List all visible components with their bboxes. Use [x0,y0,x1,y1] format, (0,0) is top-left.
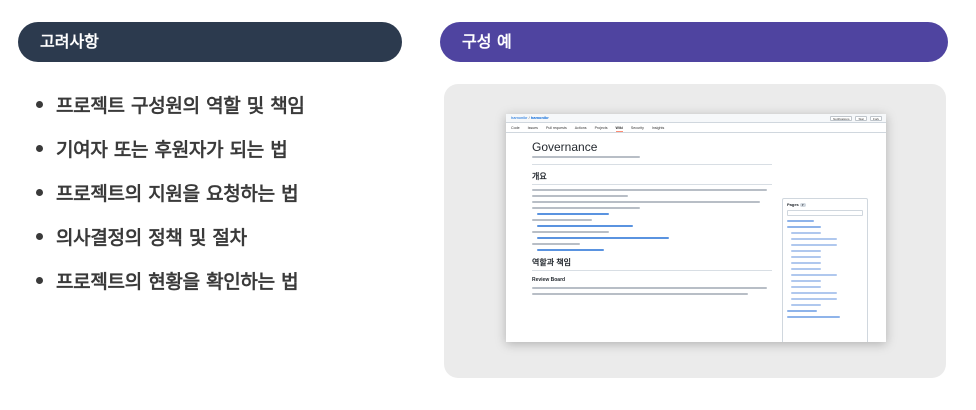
repo-actions: Notifications Star Fork [830,116,882,121]
section-overview: 개요 [532,171,772,185]
tab-issues: Issues [527,126,538,130]
tab-projects: Projects [594,126,608,130]
subsection-review-board: Review Board [532,277,566,283]
list-item: 프로젝트의 현황을 확인하는 법 [36,258,305,302]
example-header: 구성 예 [440,22,948,62]
tab-code: Code [511,126,520,130]
wiki-content: Governance 개요 역할과 책임 Review Board [532,140,772,295]
example-panel: hamonikr / hamonikr Notifications Star F… [444,84,946,378]
wiki-meta [532,156,772,165]
list-item: 의사결정의 정책 및 절차 [36,214,305,258]
list-item: 기여자 또는 후원자가 되는 법 [36,126,305,170]
pages-heading: Pages 7 [787,202,806,207]
repo-header: hamonikr / hamonikr Notifications Star F… [506,114,886,123]
tab-pull-requests: Pull requests [545,126,567,130]
bullet-icon [36,100,43,108]
fork-button: Fork [870,116,882,121]
notifications-button: Notifications [830,116,853,121]
considerations-header: 고려사항 [18,22,402,62]
repo-tabs: Code Issues Pull requests Actions Projec… [506,123,886,133]
tab-security: Security [630,126,644,130]
bullet-icon [36,144,43,152]
find-page-input [787,210,863,216]
tab-wiki: Wiki [615,123,623,132]
bullet-icon [36,276,43,284]
bullet-icon [36,188,43,196]
considerations-list: 프로젝트 구성원의 역할 및 책임 기여자 또는 후원자가 되는 법 프로젝트의… [36,82,305,302]
repo-breadcrumb: hamonikr / hamonikr [511,115,549,120]
wiki-sidebar: Pages 7 [782,198,868,342]
wiki-screenshot: hamonikr / hamonikr Notifications Star F… [506,114,886,342]
bullet-icon [36,232,43,240]
tab-insights: Insights [651,126,665,130]
section-roles: 역할과 책임 [532,257,772,271]
list-item: 프로젝트의 지원을 요청하는 법 [36,170,305,214]
wiki-title: Governance [532,140,598,154]
list-item: 프로젝트 구성원의 역할 및 책임 [36,82,305,126]
tab-actions: Actions [574,126,587,130]
star-button: Star [855,116,867,121]
